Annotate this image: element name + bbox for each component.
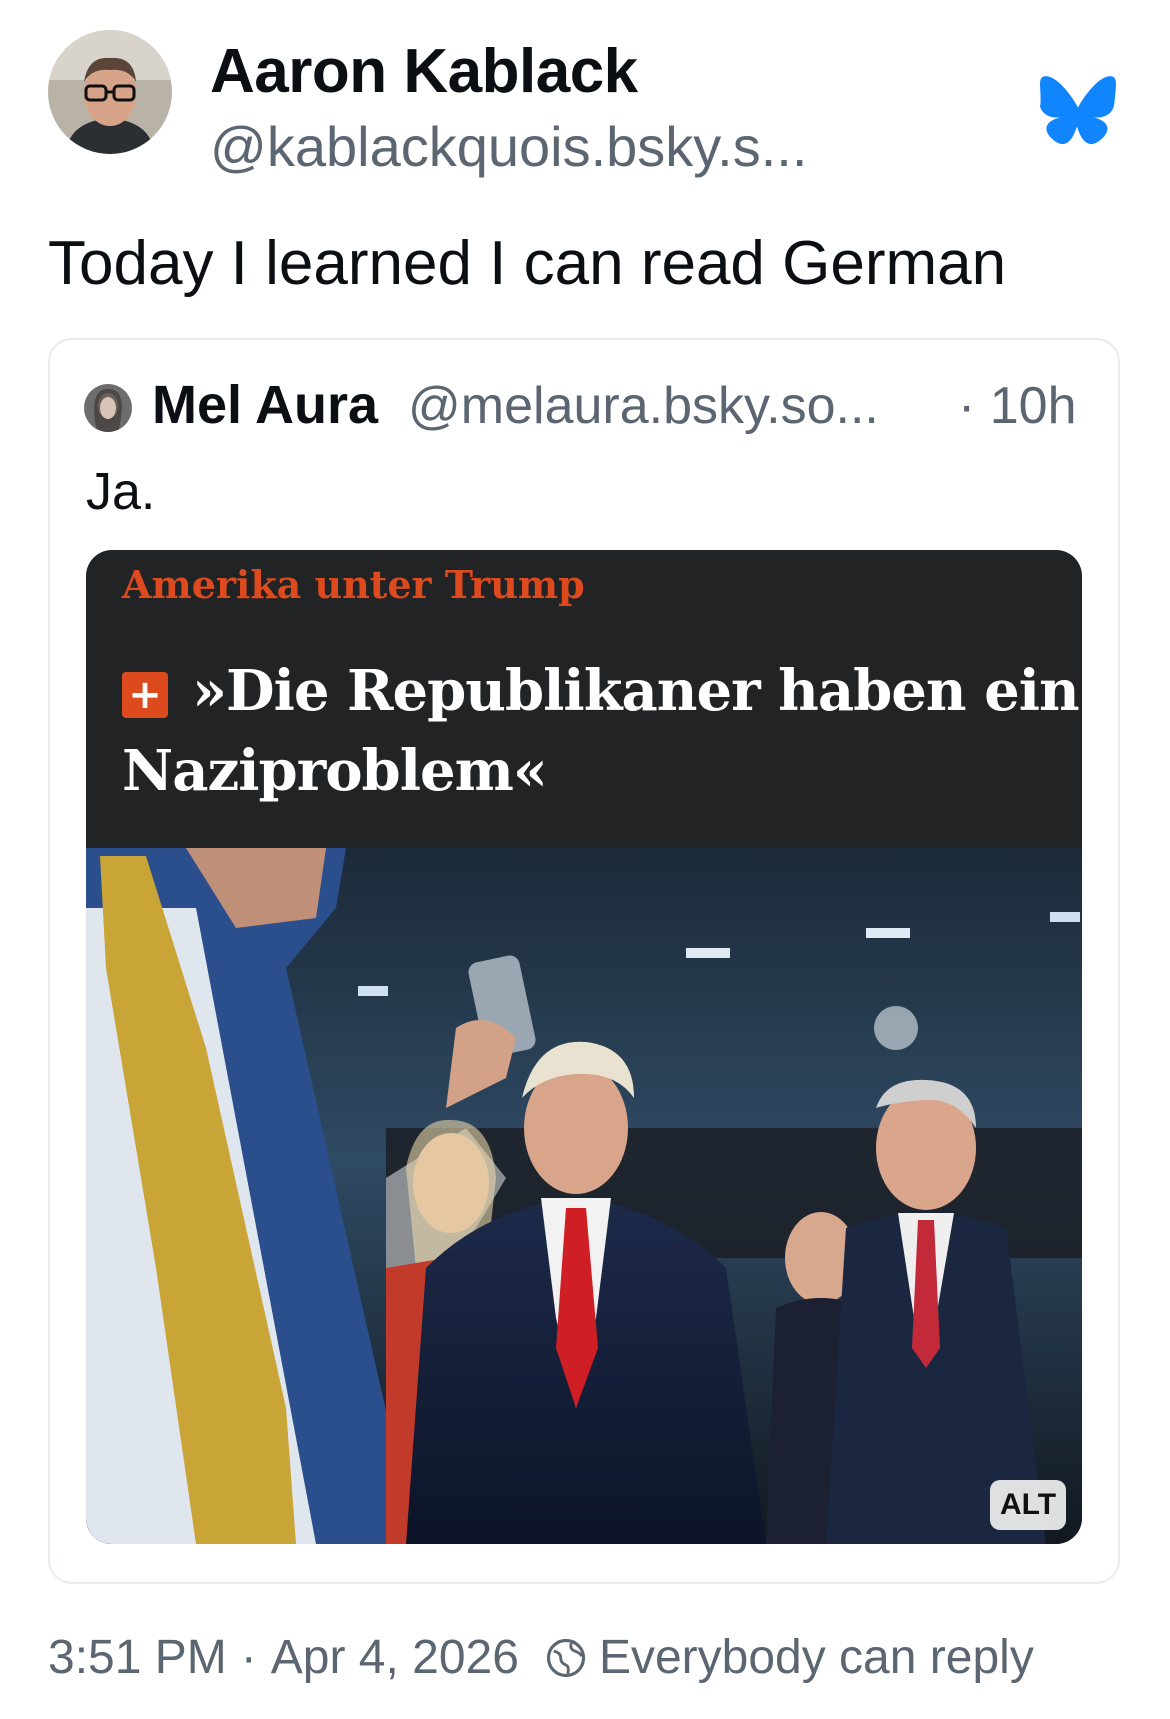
quote-author-avatar-image — [84, 384, 132, 432]
post-meta-footer: 3:51 PM · Apr 4, 2026 Everybody can repl… — [48, 1630, 1034, 1685]
quote-author-name[interactable]: Mel Aura — [152, 374, 378, 436]
author-name[interactable]: Aaron Kablack — [210, 36, 638, 107]
article-headline-line-1: »Die Republikaner haben ein — [192, 658, 1080, 724]
bluesky-butterfly-icon[interactable] — [1040, 76, 1116, 144]
post-date: Apr 4, 2026 — [270, 1631, 519, 1684]
quote-text: Ja. — [86, 463, 156, 521]
meta-separator: · — [240, 1631, 257, 1684]
author-handle[interactable]: @kablackquois.bsky.s... — [210, 114, 807, 179]
quote-author-handle[interactable]: @melaura.bsky.so... — [408, 376, 879, 436]
quote-timestamp: · 10h — [958, 377, 1077, 435]
article-photo — [86, 848, 1082, 1544]
globe-icon — [546, 1638, 586, 1677]
alt-text-button[interactable]: ALT — [990, 1480, 1066, 1530]
post-time: 3:51 PM — [48, 1631, 227, 1684]
author-avatar-image — [48, 30, 172, 154]
quote-author-avatar[interactable] — [84, 384, 132, 432]
author-avatar[interactable] — [48, 30, 172, 154]
post-text: Today I learned I can read German — [48, 229, 1007, 298]
embedded-article-image[interactable]: Amerika unter Trump + »Die Republikaner … — [86, 550, 1082, 1544]
reply-setting[interactable]: Everybody can reply — [599, 1630, 1034, 1685]
article-kicker: Amerika unter Trump — [122, 562, 585, 607]
premium-plus-badge: + — [122, 672, 168, 718]
article-headline-line-2: Naziproblem« — [122, 738, 548, 804]
